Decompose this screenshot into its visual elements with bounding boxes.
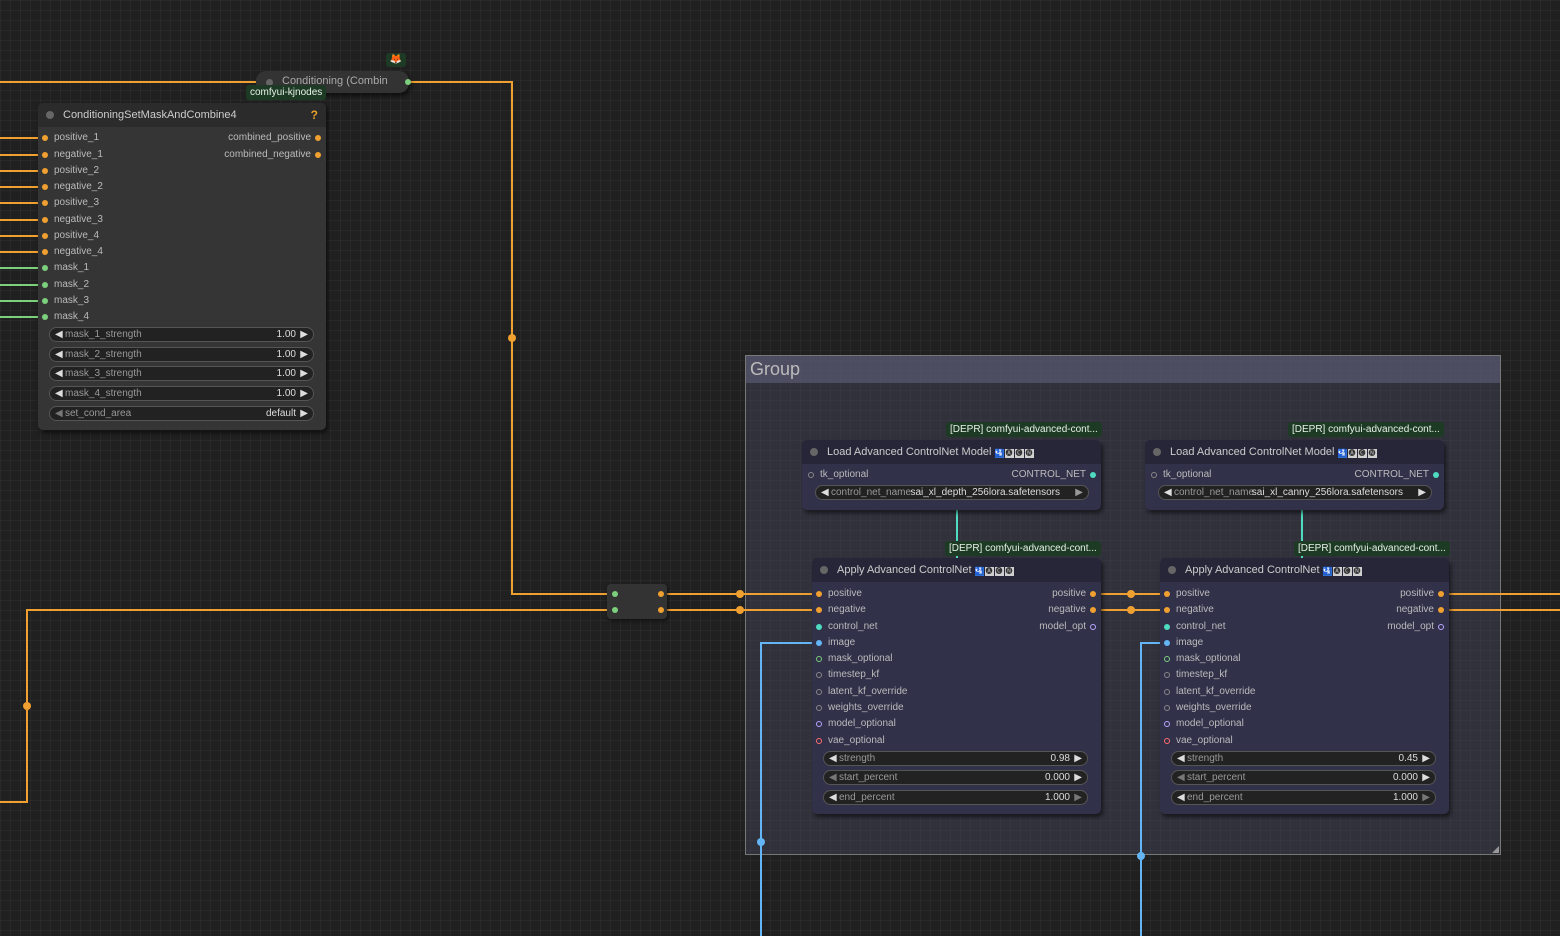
end-percent-widget[interactable]: ◀ end_percent 1.000 ▶ — [1171, 790, 1436, 805]
output-control-net[interactable]: CONTROL_NET — [1012, 468, 1101, 482]
input-tk-optional[interactable]: tk_optional — [804, 468, 868, 482]
collapse-dot[interactable] — [46, 111, 54, 119]
controlnet-emoji-icon: 🛂 🅐 🅒 🅝 — [994, 449, 1034, 458]
mask-3-strength-widget[interactable]: ◀ mask_3_strength 1.00 ▶ — [49, 366, 314, 381]
output-negative[interactable]: negative — [1048, 603, 1101, 617]
conditioning-set-mask-node[interactable]: ConditioningSetMaskAndCombine4 ? positiv… — [38, 103, 326, 430]
input-mask-3[interactable]: mask_3 — [38, 294, 89, 308]
node-header[interactable]: ConditioningSetMaskAndCombine4 ? — [38, 103, 326, 127]
fox-icon: 🦊 — [386, 53, 406, 67]
collapse-dot[interactable] — [1168, 566, 1176, 574]
output-positive[interactable]: positive — [1400, 587, 1449, 601]
input-timestep-kf[interactable]: timestep_kf — [1160, 668, 1227, 682]
input-positive[interactable]: positive — [812, 587, 862, 601]
input-mask-1[interactable]: mask_1 — [38, 261, 89, 275]
output-negative[interactable]: negative — [1396, 603, 1449, 617]
input-control-net[interactable]: control_net — [1160, 620, 1225, 634]
output-model-opt[interactable]: model_opt — [1387, 620, 1449, 634]
reroute-node[interactable] — [607, 584, 667, 619]
input-image[interactable]: image — [1160, 636, 1203, 650]
load-controlnet-left-node[interactable]: Load Advanced ControlNet Model 🛂 🅐 🅒 🅝 tk_o… — [802, 440, 1101, 510]
controlnet-emoji-icon: 🛂 🅐 🅒 🅝 — [1337, 449, 1377, 458]
end-percent-widget[interactable]: ◀ end_percent 1.000 ▶ — [823, 790, 1088, 805]
control-net-name-combo[interactable]: ◀ control_net_name sai_xl_depth_256lora.sa… — [815, 485, 1089, 500]
controlnet-emoji-icon: 🛂 🅐 🅒 🅝 — [974, 567, 1014, 576]
input-control-net[interactable]: control_net — [812, 620, 877, 634]
controlnet-emoji-icon: 🛂 🅐 🅒 🅝 — [1322, 567, 1362, 576]
group-title[interactable]: Group — [746, 356, 1500, 383]
apply-left-badge: [DEPR] comfyui-advanced-cont... — [945, 541, 1101, 556]
node-header[interactable]: Apply Advanced ControlNet 🛂 🅐 🅒 🅝 — [1160, 558, 1449, 582]
apply-right-badge: [DEPR] comfyui-advanced-cont... — [1294, 541, 1450, 556]
input-latent-kf-override[interactable]: latent_kf_override — [1160, 685, 1256, 699]
control-net-name-combo[interactable]: ◀ control_net_name sai_xl_canny_256lora.sa… — [1158, 485, 1432, 500]
input-latent-kf-override[interactable]: latent_kf_override — [812, 685, 908, 699]
input-vae-optional[interactable]: vae_optional — [812, 734, 885, 748]
help-icon[interactable]: ? — [311, 108, 318, 122]
set-cond-area-combo[interactable]: ◀ set_cond_area default ▶ — [49, 406, 314, 421]
input-mask-4[interactable]: mask_4 — [38, 310, 89, 324]
mask-2-strength-widget[interactable]: ◀ mask_2_strength 1.00 ▶ — [49, 347, 314, 362]
input-negative-2[interactable]: negative_2 — [38, 180, 103, 194]
input-negative[interactable]: negative — [1160, 603, 1214, 617]
apply-controlnet-right-node[interactable]: Apply Advanced ControlNet 🛂 🅐 🅒 🅝 positive … — [1160, 558, 1449, 814]
loader-left-badge: [DEPR] comfyui-advanced-cont... — [946, 422, 1102, 437]
node-title: ConditioningSetMaskAndCombine4 — [63, 109, 237, 121]
output-positive[interactable]: positive — [1052, 587, 1101, 601]
output-combined-positive[interactable]: combined_positive — [228, 131, 326, 145]
input-tk-optional[interactable]: tk_optional — [1147, 468, 1211, 482]
input-vae-optional[interactable]: vae_optional — [1160, 734, 1233, 748]
output-model-opt[interactable]: model_opt — [1039, 620, 1101, 634]
input-positive-2[interactable]: positive_2 — [38, 164, 99, 178]
strength-widget[interactable]: ◀ strength 0.98 ▶ — [823, 751, 1088, 766]
output-combined-negative[interactable]: combined_negative — [224, 148, 326, 162]
start-percent-widget[interactable]: ◀ start_percent 0.000 ▶ — [1171, 770, 1436, 785]
input-model-optional[interactable]: model_optional — [812, 717, 896, 731]
input-positive-4[interactable]: positive_4 — [38, 229, 99, 243]
input-mask-optional[interactable]: mask_optional — [812, 652, 892, 666]
load-controlnet-right-node[interactable]: Load Advanced ControlNet Model 🛂 🅐 🅒 🅝 tk_o… — [1145, 440, 1444, 510]
input-positive[interactable]: positive — [1160, 587, 1210, 601]
node-header[interactable]: Apply Advanced ControlNet 🛂 🅐 🅒 🅝 — [812, 558, 1101, 582]
apply-controlnet-left-node[interactable]: Apply Advanced ControlNet 🛂 🅐 🅒 🅝 positive … — [812, 558, 1101, 814]
input-weights-override[interactable]: weights_override — [1160, 701, 1252, 715]
node-title: Load Advanced ControlNet Model — [1170, 446, 1335, 458]
collapse-dot[interactable] — [820, 566, 828, 574]
input-positive-3[interactable]: positive_3 — [38, 196, 99, 210]
link-long-negative — [0, 609, 610, 803]
node-title: Load Advanced ControlNet Model — [827, 446, 992, 458]
node-header[interactable]: Load Advanced ControlNet Model 🛂 🅐 🅒 🅝 — [1145, 440, 1444, 464]
input-negative-1[interactable]: negative_1 — [38, 148, 103, 162]
collapse-dot[interactable] — [1153, 448, 1161, 456]
input-timestep-kf[interactable]: timestep_kf — [812, 668, 879, 682]
link-conditioning-out — [409, 81, 610, 595]
collapse-dot[interactable] — [810, 448, 818, 456]
group-resize-handle[interactable] — [1492, 846, 1499, 853]
input-mask-2[interactable]: mask_2 — [38, 278, 89, 292]
node-header[interactable]: Load Advanced ControlNet Model 🛂 🅐 🅒 🅝 — [802, 440, 1101, 464]
start-percent-widget[interactable]: ◀ start_percent 0.000 ▶ — [823, 770, 1088, 785]
loader-right-badge: [DEPR] comfyui-advanced-cont... — [1288, 422, 1444, 437]
input-model-optional[interactable]: model_optional — [1160, 717, 1244, 731]
strength-widget[interactable]: ◀ strength 0.45 ▶ — [1171, 751, 1436, 766]
input-negative-4[interactable]: negative_4 — [38, 245, 103, 259]
node-title: Apply Advanced ControlNet — [837, 564, 972, 576]
input-negative-3[interactable]: negative_3 — [38, 213, 103, 227]
output-control-net[interactable]: CONTROL_NET — [1355, 468, 1444, 482]
input-positive-1[interactable]: positive_1 — [38, 131, 99, 145]
input-mask-optional[interactable]: mask_optional — [1160, 652, 1240, 666]
input-negative[interactable]: negative — [812, 603, 866, 617]
mask-4-strength-widget[interactable]: ◀ mask_4_strength 1.00 ▶ — [49, 386, 314, 401]
input-image[interactable]: image — [812, 636, 855, 650]
mask-1-strength-widget[interactable]: ◀ mask_1_strength 1.00 ▶ — [49, 327, 314, 342]
kjnodes-badge: comfyui-kjnodes — [246, 85, 327, 100]
node-title: Apply Advanced ControlNet — [1185, 564, 1320, 576]
input-weights-override[interactable]: weights_override — [812, 701, 904, 715]
